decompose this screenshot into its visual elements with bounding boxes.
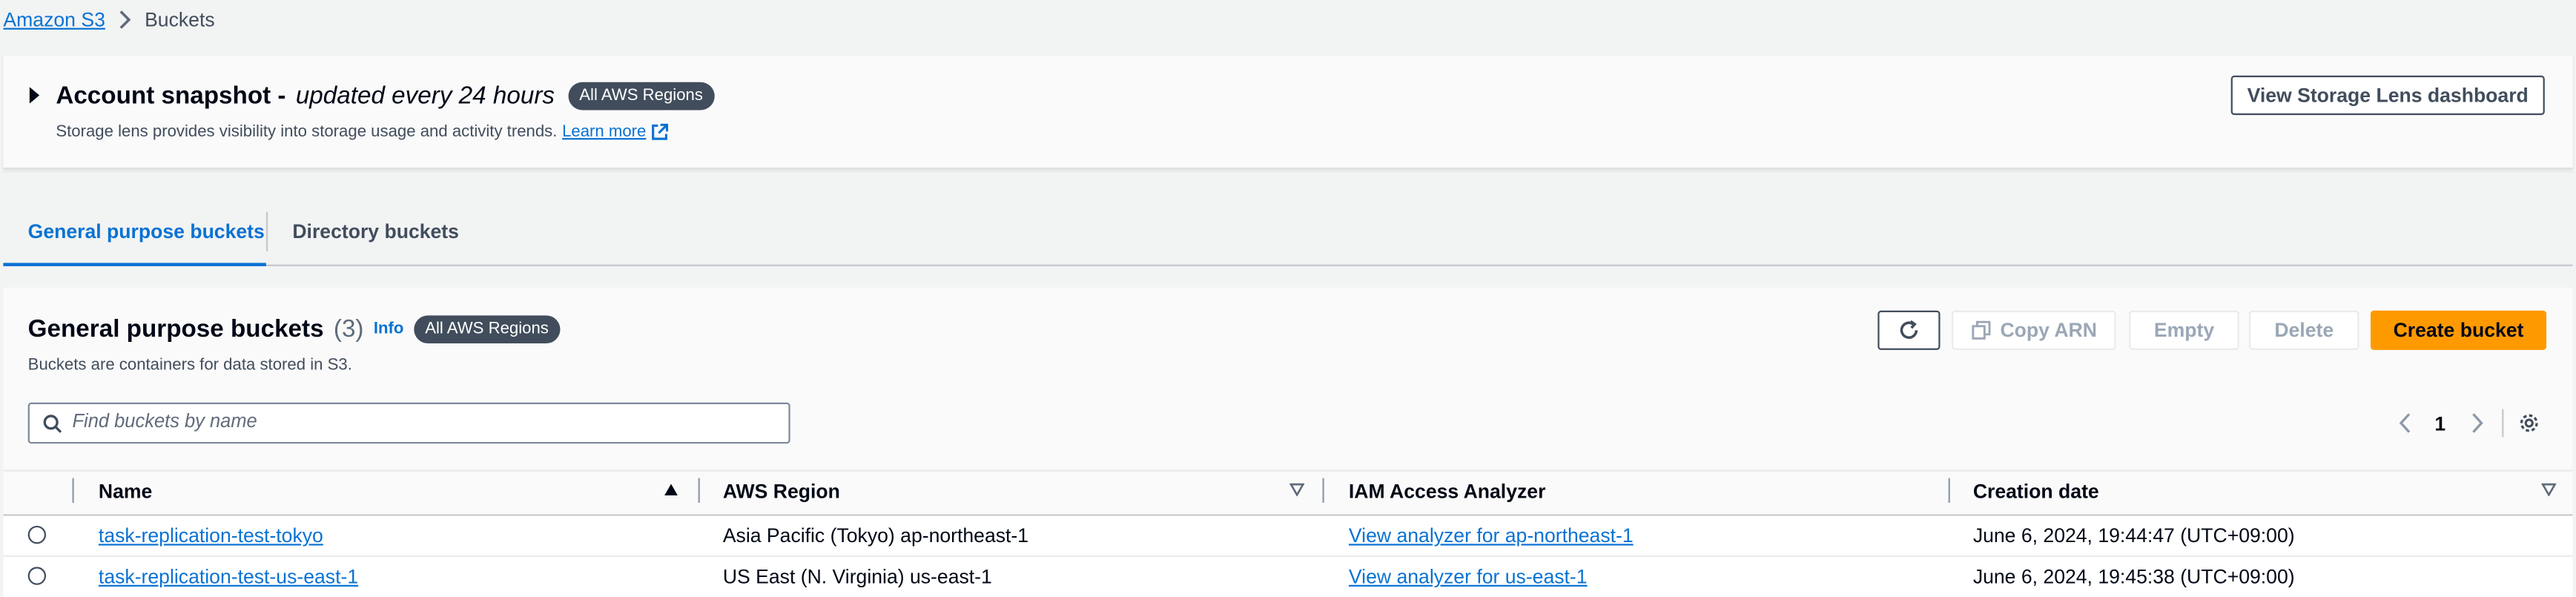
tab-directory-buckets[interactable]: Directory buckets <box>292 220 459 243</box>
snapshot-description-row: Storage lens provides visibility into st… <box>56 123 669 142</box>
column-divider <box>698 478 700 503</box>
search-icon <box>43 415 62 433</box>
page-number[interactable]: 1 <box>2434 412 2445 435</box>
region-badge: All AWS Regions <box>567 82 715 111</box>
tab-active-indicator <box>3 263 266 266</box>
sort-ascending-icon[interactable] <box>664 483 678 496</box>
row-select-radio[interactable] <box>27 567 47 585</box>
tabs-baseline <box>3 264 2573 266</box>
breadcrumb-amazon-s3[interactable]: Amazon S3 <box>3 8 105 31</box>
breadcrumb-current: Buckets <box>145 8 215 32</box>
bucket-region: US East (N. Virginia) us-east-1 <box>722 565 992 589</box>
sort-icon[interactable] <box>1289 483 1305 497</box>
chevron-left-icon[interactable] <box>2399 412 2412 434</box>
copy-icon <box>1971 320 1990 340</box>
column-divider <box>1948 478 1950 503</box>
tab-divider <box>265 211 268 251</box>
column-header-region[interactable]: AWS Region <box>723 480 840 503</box>
bucket-creation-date: June 6, 2024, 19:44:47 (UTC+09:00) <box>1972 524 2295 547</box>
tab-general-purpose-buckets[interactable]: General purpose buckets <box>28 220 265 243</box>
account-snapshot-panel <box>3 56 2573 170</box>
empty-button[interactable]: Empty <box>2129 310 2239 350</box>
expand-caret-icon[interactable] <box>29 87 40 104</box>
buckets-count: (3) <box>333 315 364 344</box>
gear-icon[interactable] <box>2518 412 2540 434</box>
copy-arn-label: Copy ARN <box>2000 318 2097 342</box>
sort-icon[interactable] <box>2541 483 2557 497</box>
delete-button[interactable]: Delete <box>2249 310 2359 350</box>
column-header-created[interactable]: Creation date <box>1973 480 2099 503</box>
chevron-right-icon <box>119 10 131 29</box>
copy-arn-button[interactable]: Copy ARN <box>1952 310 2116 350</box>
buckets-description: Buckets are containers for data stored i… <box>27 356 352 375</box>
column-header-name[interactable]: Name <box>99 480 152 503</box>
chevron-right-icon[interactable] <box>2471 412 2484 434</box>
breadcrumb: Amazon S3 Buckets <box>3 8 214 31</box>
column-divider <box>1322 478 1324 503</box>
bucket-creation-date: June 6, 2024, 19:45:38 (UTC+09:00) <box>1972 565 2295 589</box>
region-badge: All AWS Regions <box>413 315 561 344</box>
bucket-name-link[interactable]: task-replication-test-tokyo <box>99 524 323 547</box>
info-link[interactable]: Info <box>374 320 404 338</box>
snapshot-title-italic: updated every 24 hours <box>295 82 555 111</box>
view-storage-lens-button[interactable]: View Storage Lens dashboard <box>2230 75 2545 116</box>
buckets-heading: General purpose buckets (3) Info All AWS… <box>27 315 561 344</box>
create-bucket-button[interactable]: Create bucket <box>2370 310 2547 350</box>
refresh-icon <box>1900 320 1918 339</box>
buckets-title: General purpose buckets <box>27 315 324 344</box>
row-select-radio[interactable] <box>27 525 47 544</box>
column-header-analyzer[interactable]: IAM Access Analyzer <box>1349 480 1546 503</box>
search-input[interactable]: Find buckets by name <box>27 402 790 444</box>
header-top-line <box>3 469 2573 472</box>
bucket-name-link[interactable]: task-replication-test-us-east-1 <box>99 565 358 588</box>
snapshot-title: Account snapshot - <box>56 82 286 111</box>
analyzer-link[interactable]: View analyzer for us-east-1 <box>1349 565 1588 588</box>
pagination-divider <box>2502 409 2504 438</box>
snapshot-description: Storage lens provides visibility into st… <box>56 123 558 142</box>
learn-more-link[interactable]: Learn more <box>562 123 646 141</box>
bucket-region: Asia Pacific (Tokyo) ap-northeast-1 <box>722 524 1029 547</box>
search-placeholder: Find buckets by name <box>72 412 257 432</box>
column-divider <box>72 478 74 503</box>
analyzer-link[interactable]: View analyzer for ap-northeast-1 <box>1349 524 1634 547</box>
external-link-icon <box>652 123 669 140</box>
snapshot-heading[interactable]: Account snapshot - updated every 24 hour… <box>56 82 715 111</box>
refresh-button[interactable] <box>1877 310 1941 350</box>
